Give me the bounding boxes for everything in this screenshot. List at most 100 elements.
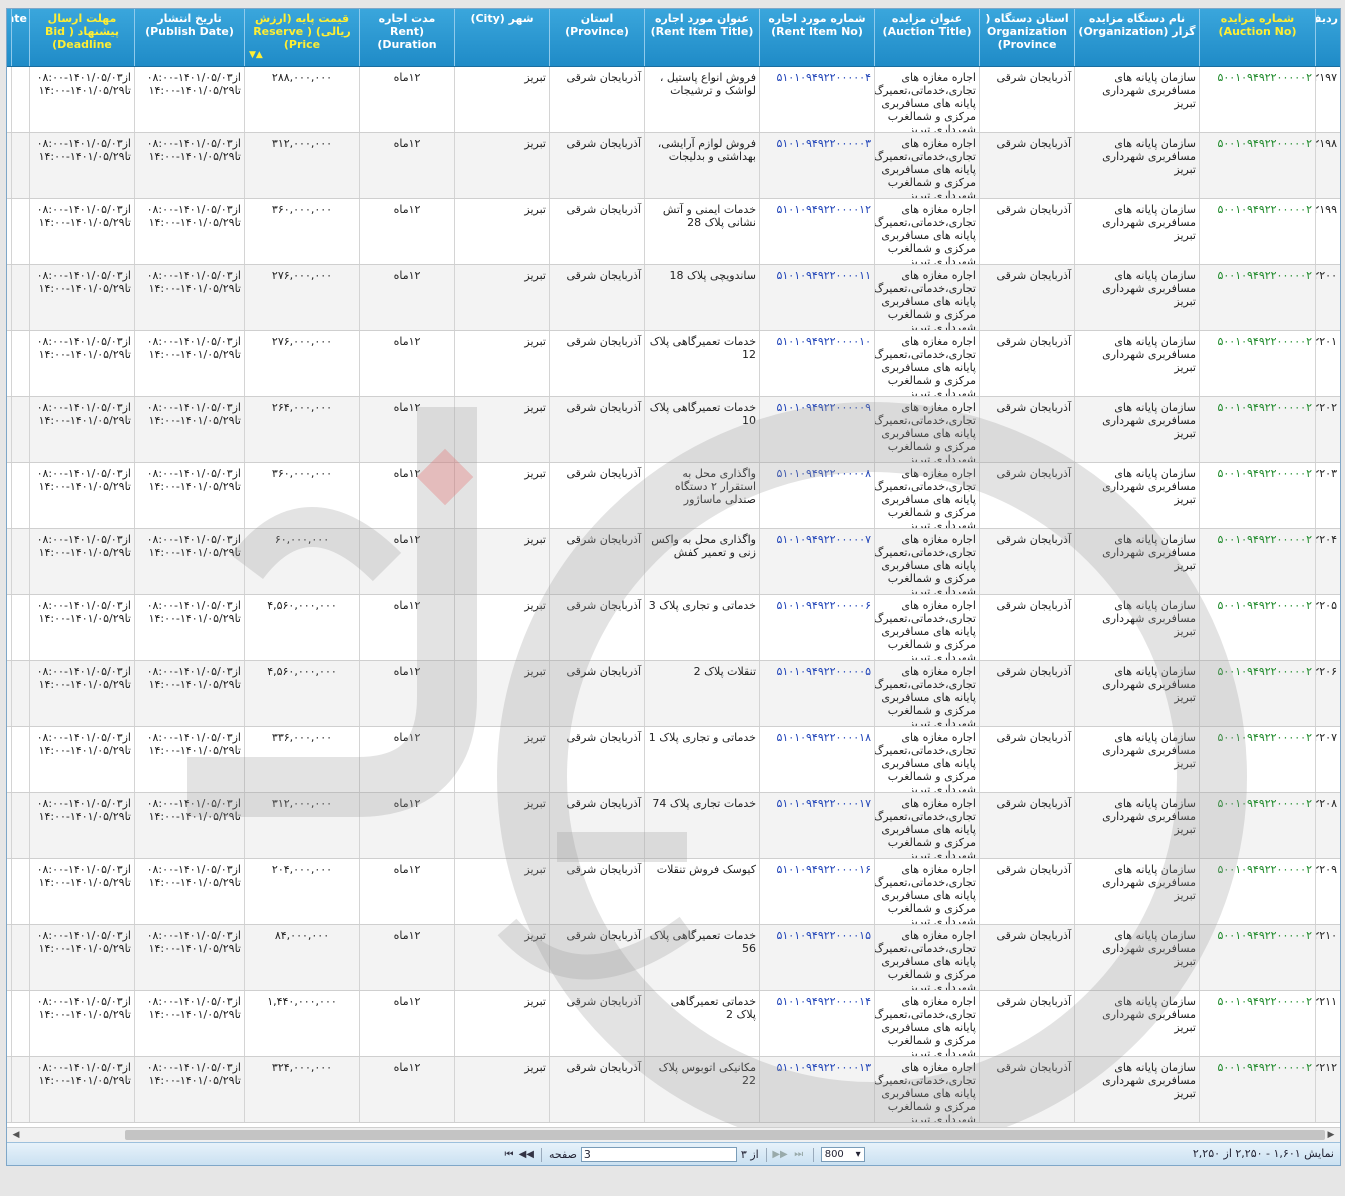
- cell-rent-item-no[interactable]: ۵۱۰۱۰۹۴۹۲۲۰۰۰۰۰۸: [759, 463, 874, 528]
- cell-auction-no[interactable]: ۵۰۰۱۰۹۴۹۲۲۰۰۰۰۰۲: [1199, 793, 1315, 858]
- cell-auction-no[interactable]: ۵۰۰۱۰۹۴۹۲۲۰۰۰۰۰۲: [1199, 925, 1315, 990]
- page-next-icon[interactable]: ▶▶: [772, 1149, 787, 1160]
- date-line: تا۱۴۰۱/۰۵/۲۹-۱۴:۰۰: [38, 216, 131, 229]
- cell-auction-title: اجاره مغازه های تجاری،خدماتی،تعمیرگ پایا…: [874, 133, 979, 198]
- column-header-rent-item-title[interactable]: عنوان مورد اجاره (Rent Item Title): [644, 9, 759, 66]
- table-row[interactable]: ۲۲۰۸ ۵۰۰۱۰۹۴۹۲۲۰۰۰۰۰۲ سازمان پایانه های مس…: [7, 793, 1340, 859]
- cell-publish-date: از۱۴۰۱/۰۵/۰۳-۰۸:۰۰ تا۱۴۰۱/۰۵/۲۹-۱۴:۰۰: [134, 133, 244, 198]
- column-header-org-province[interactable]: استان دستگاه ( Organization (Province: [979, 9, 1074, 66]
- column-header-price[interactable]: قیمت پایه (ارزش ریالی) ( Reserve (Price ▲…: [244, 9, 359, 66]
- cell-row-number: ۲۲۰۴: [1315, 529, 1340, 594]
- cell-organization: سازمان پایانه های مسافربری شهرداری تبریز: [1074, 463, 1199, 528]
- page-first-icon[interactable]: ⏮: [502, 1149, 516, 1160]
- cell-rent-item-no[interactable]: ۵۱۰۱۰۹۴۹۲۲۰۰۰۰۱۴: [759, 991, 874, 1056]
- cell-auction-no[interactable]: ۵۰۰۱۰۹۴۹۲۲۰۰۰۰۰۲: [1199, 331, 1315, 396]
- page-size-select[interactable]: ▾ 800: [820, 1147, 865, 1162]
- table-row[interactable]: ۲۱۹۷ ۵۰۰۱۰۹۴۹۲۲۰۰۰۰۰۲ سازمان پایانه های مس…: [7, 67, 1340, 133]
- table-row[interactable]: ۲۱۹۹ ۵۰۰۱۰۹۴۹۲۲۰۰۰۰۰۲ سازمان پایانه های مس…: [7, 199, 1340, 265]
- cell-rent-duration: ۱۲ماه: [359, 199, 454, 264]
- cell-auction-no[interactable]: ۵۰۰۱۰۹۴۹۲۲۰۰۰۰۰۲: [1199, 199, 1315, 264]
- table-row[interactable]: ۲۲۰۵ ۵۰۰۱۰۹۴۹۲۲۰۰۰۰۰۲ سازمان پایانه های مس…: [7, 595, 1340, 661]
- cell-organization: سازمان پایانه های مسافربری شهرداری تبریز: [1074, 529, 1199, 594]
- scroll-left-icon[interactable]: ◀: [9, 1128, 23, 1142]
- cell-auction-no[interactable]: ۵۰۰۱۰۹۴۹۲۲۰۰۰۰۰۲: [1199, 529, 1315, 594]
- cell-rent-item-no[interactable]: ۵۱۰۱۰۹۴۹۲۲۰۰۰۰۱۸: [759, 727, 874, 792]
- column-header-label: تاریخ انتشار (Publish Date): [145, 12, 234, 38]
- cell-rent-item-no[interactable]: ۵۱۰۱۰۹۴۹۲۲۰۰۰۰۰۶: [759, 595, 874, 660]
- cell-auction-no[interactable]: ۵۰۰۱۰۹۴۹۲۲۰۰۰۰۰۲: [1199, 661, 1315, 726]
- cell-rent-item-no[interactable]: ۵۱۰۱۰۹۴۹۲۲۰۰۰۰۱۳: [759, 1057, 874, 1122]
- cell-auction-no[interactable]: ۵۰۰۱۰۹۴۹۲۲۰۰۰۰۰۲: [1199, 727, 1315, 792]
- page-last-icon[interactable]: ⏭: [792, 1149, 806, 1160]
- cell-rent-item-no[interactable]: ۵۱۰۱۰۹۴۹۲۲۰۰۰۰۱۷: [759, 793, 874, 858]
- cell-city: تبریز: [454, 1057, 549, 1122]
- cell-rent-item-no[interactable]: ۵۱۰۱۰۹۴۹۲۲۰۰۰۰۰۴: [759, 67, 874, 132]
- scroll-right-icon[interactable]: ▶: [1324, 1128, 1338, 1142]
- column-header-rent-item-no[interactable]: شماره مورد اجاره (Rent Item No): [759, 9, 874, 66]
- column-header-rent-duration[interactable]: مدت اجاره (Rent Duration): [359, 9, 454, 66]
- date-line: تا۱۴۰۱/۰۵/۲۹-۱۴:۰۰: [148, 546, 241, 559]
- cell-rent-item-no[interactable]: ۵۱۰۱۰۹۴۹۲۲۰۰۰۰۱۶: [759, 859, 874, 924]
- cell-rent-item-no[interactable]: ۵۱۰۱۰۹۴۹۲۲۰۰۰۰۱۰: [759, 331, 874, 396]
- table-row[interactable]: ۲۲۰۲ ۵۰۰۱۰۹۴۹۲۲۰۰۰۰۰۲ سازمان پایانه های مس…: [7, 397, 1340, 463]
- table-row[interactable]: ۲۲۰۶ ۵۰۰۱۰۹۴۹۲۲۰۰۰۰۰۲ سازمان پایانه های مس…: [7, 661, 1340, 727]
- cell-rent-item-no[interactable]: ۵۱۰۱۰۹۴۹۲۲۰۰۰۰۱۲: [759, 199, 874, 264]
- table-row[interactable]: ۲۲۰۱ ۵۰۰۱۰۹۴۹۲۲۰۰۰۰۰۲ سازمان پایانه های مس…: [7, 331, 1340, 397]
- cell-rent-item-no[interactable]: ۵۱۰۱۰۹۴۹۲۲۰۰۰۰۱۵: [759, 925, 874, 990]
- date-line: تا۱۴۰۱/۰۵/۲۹-۱۴:۰۰: [148, 480, 241, 493]
- column-header-publish-date[interactable]: تاریخ انتشار (Publish Date): [134, 9, 244, 66]
- cell-auction-no[interactable]: ۵۰۰۱۰۹۴۹۲۲۰۰۰۰۰۲: [1199, 133, 1315, 198]
- column-header-organization[interactable]: نام دستگاه مزایده گزار (Organization): [1074, 9, 1199, 66]
- date-line: از۱۴۰۱/۰۵/۰۳-۰۸:۰۰: [146, 269, 241, 282]
- cell-org-province: آذربایجان شرقی: [979, 793, 1074, 858]
- cell-organization: سازمان پایانه های مسافربری شهرداری تبریز: [1074, 133, 1199, 198]
- column-header-city[interactable]: شهر (City): [454, 9, 549, 66]
- cell-publish-date: از۱۴۰۱/۰۵/۰۳-۰۸:۰۰ تا۱۴۰۱/۰۵/۲۹-۱۴:۰۰: [134, 661, 244, 726]
- page-size-value: 800: [824, 1149, 844, 1160]
- page-prev-icon[interactable]: ◀◀: [519, 1149, 534, 1160]
- table-row[interactable]: ۲۲۱۰ ۵۰۰۱۰۹۴۹۲۲۰۰۰۰۰۲ سازمان پایانه های مس…: [7, 925, 1340, 991]
- cell-extra: [11, 265, 29, 330]
- cell-auction-no[interactable]: ۵۰۰۱۰۹۴۹۲۲۰۰۰۰۰۲: [1199, 67, 1315, 132]
- table-row[interactable]: ۲۲۰۴ ۵۰۰۱۰۹۴۹۲۲۰۰۰۰۰۲ سازمان پایانه های مس…: [7, 529, 1340, 595]
- cell-rent-item-no[interactable]: ۵۱۰۱۰۹۴۹۲۲۰۰۰۰۰۷: [759, 529, 874, 594]
- column-header-row[interactable]: ردیف: [1315, 9, 1340, 66]
- table-row[interactable]: ۲۲۰۹ ۵۰۰۱۰۹۴۹۲۲۰۰۰۰۰۲ سازمان پایانه های مس…: [7, 859, 1340, 925]
- table-row[interactable]: ۲۲۰۷ ۵۰۰۱۰۹۴۹۲۲۰۰۰۰۰۲ سازمان پایانه های مس…: [7, 727, 1340, 793]
- cell-rent-item-title: خدماتی و تجاری پلاک 3: [644, 595, 759, 660]
- date-line: تا۱۴۰۱/۰۵/۲۹-۱۴:۰۰: [148, 810, 241, 823]
- page-number-input[interactable]: 3: [580, 1147, 737, 1162]
- cell-auction-no[interactable]: ۵۰۰۱۰۹۴۹۲۲۰۰۰۰۰۲: [1199, 991, 1315, 1056]
- cell-rent-item-no[interactable]: ۵۱۰۱۰۹۴۹۲۲۰۰۰۰۰۵: [759, 661, 874, 726]
- cell-auction-no[interactable]: ۵۰۰۱۰۹۴۹۲۲۰۰۰۰۰۲: [1199, 463, 1315, 528]
- cell-organization: سازمان پایانه های مسافربری شهرداری تبریز: [1074, 595, 1199, 660]
- table-row[interactable]: ۲۲۰۰ ۵۰۰۱۰۹۴۹۲۲۰۰۰۰۰۲ سازمان پایانه های مس…: [7, 265, 1340, 331]
- column-header-auction-no[interactable]: شماره مزایده (Auction No) ▲: [1199, 9, 1315, 66]
- cell-rent-duration: ۱۲ماه: [359, 529, 454, 594]
- sort-triangle-icon[interactable]: ▲▼: [249, 51, 263, 60]
- cell-reserve-price: ۳۳۶,۰۰۰,۰۰۰: [244, 727, 359, 792]
- cell-auction-no[interactable]: ۵۰۰۱۰۹۴۹۲۲۰۰۰۰۰۲: [1199, 595, 1315, 660]
- date-line: از۱۴۰۱/۰۵/۰۳-۰۸:۰۰: [146, 335, 241, 348]
- date-line: تا۱۴۰۱/۰۵/۲۹-۱۴:۰۰: [38, 84, 131, 97]
- horizontal-scrollbar[interactable]: ▶ ◀: [7, 1127, 1340, 1142]
- column-header-extra[interactable]: ate: [11, 9, 29, 66]
- cell-rent-item-no[interactable]: ۵۱۰۱۰۹۴۹۲۲۰۰۰۰۰۳: [759, 133, 874, 198]
- table-row[interactable]: ۲۱۹۸ ۵۰۰۱۰۹۴۹۲۲۰۰۰۰۰۲ سازمان پایانه های مس…: [7, 133, 1340, 199]
- table-row[interactable]: ۲۲۱۲ ۵۰۰۱۰۹۴۹۲۲۰۰۰۰۰۲ سازمان پایانه های مس…: [7, 1057, 1340, 1123]
- cell-rent-item-no[interactable]: ۵۱۰۱۰۹۴۹۲۲۰۰۰۰۱۱: [759, 265, 874, 330]
- cell-auction-no[interactable]: ۵۰۰۱۰۹۴۹۲۲۰۰۰۰۰۲: [1199, 1057, 1315, 1122]
- sort-triangle-icon[interactable]: ▲: [1200, 53, 1219, 62]
- cell-auction-no[interactable]: ۵۰۰۱۰۹۴۹۲۲۰۰۰۰۰۲: [1199, 859, 1315, 924]
- column-header-deadline[interactable]: مهلت ارسال پیشنهاد ( Bid (Deadline: [29, 9, 134, 66]
- date-line: تا۱۴۰۱/۰۵/۲۹-۱۴:۰۰: [148, 216, 241, 229]
- cell-province: آذربایجان شرقی: [549, 529, 644, 594]
- table-row[interactable]: ۲۲۱۱ ۵۰۰۱۰۹۴۹۲۲۰۰۰۰۰۲ سازمان پایانه های مس…: [7, 991, 1340, 1057]
- cell-auction-no[interactable]: ۵۰۰۱۰۹۴۹۲۲۰۰۰۰۰۲: [1199, 265, 1315, 330]
- scroll-thumb[interactable]: [125, 1130, 1325, 1140]
- column-header-auction-title[interactable]: عنوان مزایده (Auction Title): [874, 9, 979, 66]
- column-header-province[interactable]: استان (Province): [549, 9, 644, 66]
- table-row[interactable]: ۲۲۰۳ ۵۰۰۱۰۹۴۹۲۲۰۰۰۰۰۲ سازمان پایانه های مس…: [7, 463, 1340, 529]
- cell-rent-item-no[interactable]: ۵۱۰۱۰۹۴۹۲۲۰۰۰۰۰۹: [759, 397, 874, 462]
- cell-auction-no[interactable]: ۵۰۰۱۰۹۴۹۲۲۰۰۰۰۰۲: [1199, 397, 1315, 462]
